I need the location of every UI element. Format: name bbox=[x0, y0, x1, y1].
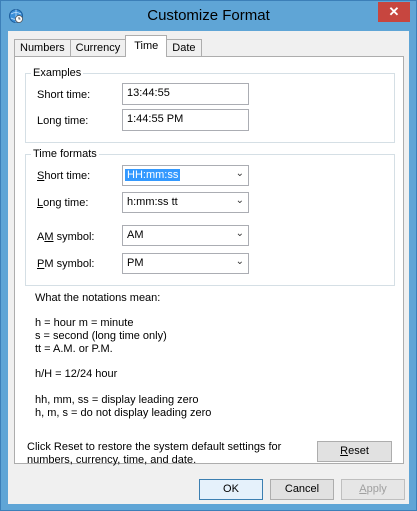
pm-symbol-label: PM symbol: bbox=[37, 258, 95, 270]
examples-legend: Examples bbox=[33, 67, 82, 79]
globe-clock-icon bbox=[9, 9, 23, 23]
notation-line: h, m, s = do not display leading zero bbox=[35, 407, 212, 419]
ok-button[interactable]: OK bbox=[199, 479, 263, 500]
example-short-time-field: 13:44:55 bbox=[122, 83, 249, 105]
example-long-time-field: 1:44:55 PM bbox=[122, 109, 249, 131]
am-symbol-label: AM symbol: bbox=[37, 231, 95, 243]
long-time-combo[interactable]: h:mm:ss tt ⌄ bbox=[122, 192, 249, 213]
notation-line: tt = A.M. or P.M. bbox=[35, 343, 113, 355]
title-bar[interactable]: Customize Format ✕ bbox=[1, 1, 416, 31]
window-title: Customize Format bbox=[147, 7, 270, 24]
short-time-combo[interactable]: HH:mm:ss ⌄ bbox=[122, 165, 249, 186]
reset-button[interactable]: Reset bbox=[317, 441, 392, 462]
examples-group: Examples bbox=[25, 67, 395, 143]
notation-line: hh, mm, ss = display leading zero bbox=[35, 394, 199, 406]
notation-line: s = second (long time only) bbox=[35, 330, 167, 342]
am-symbol-value: AM bbox=[127, 229, 144, 241]
reset-description: Click Reset to restore the system defaul… bbox=[27, 441, 282, 466]
close-button[interactable]: ✕ bbox=[378, 2, 410, 22]
dialog-client-area: Numbers Currency Time Date Examples Shor… bbox=[8, 31, 409, 504]
tab-strip: Numbers Currency Time Date bbox=[14, 35, 202, 57]
time-formats-legend: Time formats bbox=[33, 148, 97, 160]
example-short-time-label: Short time: bbox=[37, 89, 91, 101]
apply-button[interactable]: Apply bbox=[341, 479, 405, 500]
dialog-window: Customize Format ✕ Numbers Currency Time… bbox=[0, 0, 417, 511]
tab-numbers[interactable]: Numbers bbox=[14, 39, 71, 57]
long-time-label: Long time: bbox=[37, 197, 89, 209]
long-time-value: h:mm:ss tt bbox=[127, 196, 178, 208]
short-time-value: HH:mm:ss bbox=[125, 169, 181, 181]
cancel-button[interactable]: Cancel bbox=[270, 479, 334, 500]
example-long-time-label: Long time: bbox=[37, 115, 89, 127]
pm-symbol-value: PM bbox=[127, 257, 144, 269]
notations-title: What the notations mean: bbox=[35, 292, 161, 304]
short-time-label: Short time: bbox=[37, 170, 91, 182]
tab-date[interactable]: Date bbox=[166, 39, 202, 57]
chevron-down-icon[interactable]: ⌄ bbox=[236, 228, 244, 239]
notation-line: h/H = 12/24 hour bbox=[35, 368, 118, 380]
notation-line: h = hour m = minute bbox=[35, 317, 134, 329]
am-symbol-combo[interactable]: AM ⌄ bbox=[122, 225, 249, 246]
time-tab-panel: Examples Short time: 13:44:55 Long time:… bbox=[14, 56, 404, 466]
tab-currency[interactable]: Currency bbox=[69, 39, 127, 57]
pm-symbol-combo[interactable]: PM ⌄ bbox=[122, 253, 249, 274]
chevron-down-icon[interactable]: ⌄ bbox=[236, 195, 244, 206]
chevron-down-icon[interactable]: ⌄ bbox=[236, 256, 244, 267]
chevron-down-icon[interactable]: ⌄ bbox=[236, 168, 244, 179]
tab-time[interactable]: Time bbox=[125, 35, 168, 57]
